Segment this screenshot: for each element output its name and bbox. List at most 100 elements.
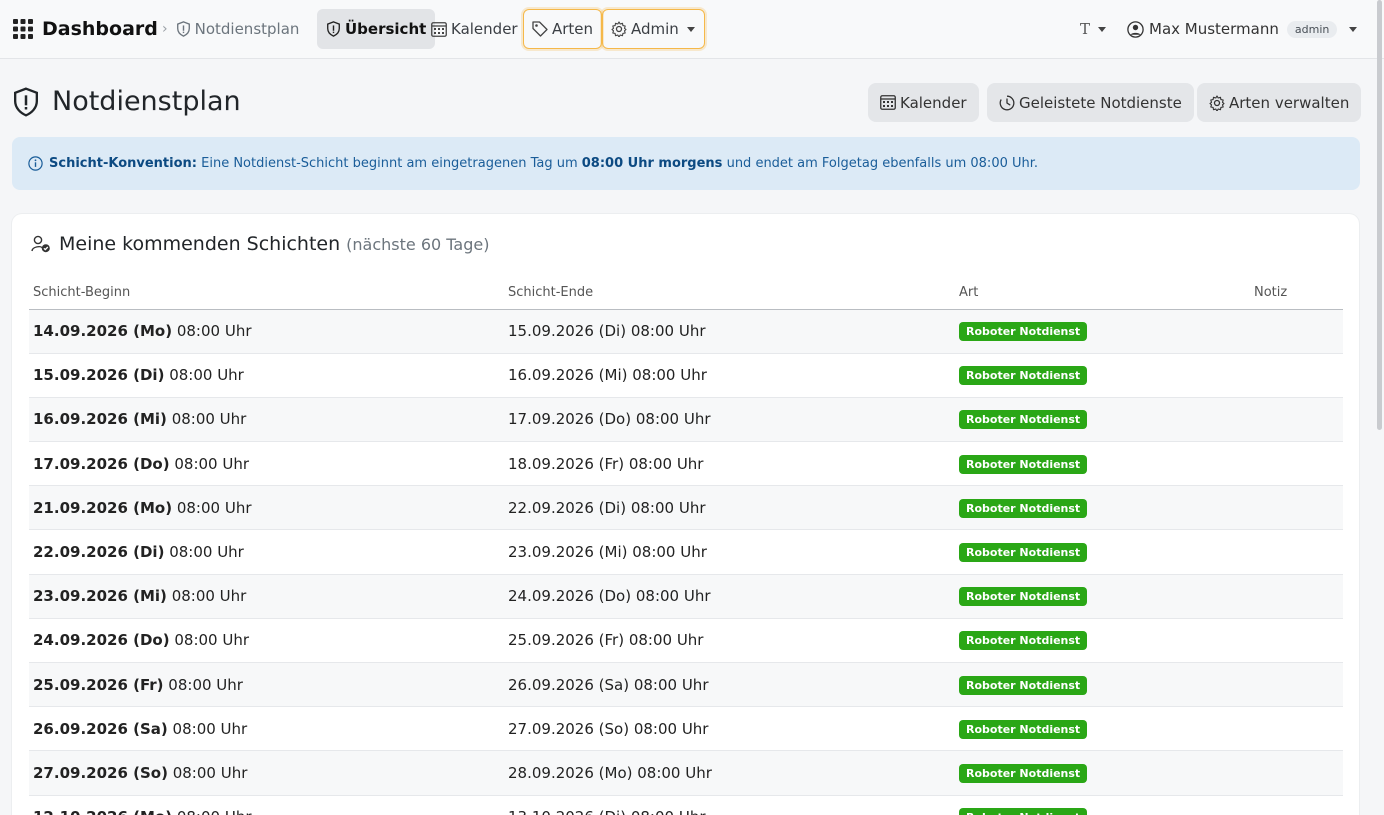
scrollbar[interactable] (1377, 0, 1382, 430)
cell-end: 18.09.2026 (Fr) 08:00 Uhr (504, 441, 955, 487)
begin-date: 22.09.2026 (Di) (33, 543, 165, 562)
cell-end: 22.09.2026 (Di) 08:00 Uhr (504, 485, 955, 531)
brand-link[interactable]: Dashboard (13, 17, 158, 41)
begin-date: 23.09.2026 (Mi) (33, 587, 167, 606)
table-row[interactable]: 22.09.2026 (Di) 08:00 Uhr 23.09.2026 (Mi)… (29, 529, 1343, 575)
cell-begin: 22.09.2026 (Di) 08:00 Uhr (29, 529, 504, 575)
user-menu[interactable]: Max Mustermann admin (1127, 17, 1358, 41)
begin-time: 08:00 Uhr (174, 631, 250, 650)
button-label: Kalender (900, 93, 967, 112)
kalender-button[interactable]: Kalender (868, 83, 979, 122)
cell-notiz (1250, 485, 1343, 531)
apps-grid-icon (13, 19, 33, 39)
cell-begin: 27.09.2026 (So) 08:00 Uhr (29, 750, 504, 796)
cell-end: 16.09.2026 (Mi) 08:00 Uhr (504, 353, 955, 398)
cell-end: 15.09.2026 (Di) 08:00 Uhr (504, 309, 955, 354)
nav-label: Kalender (451, 20, 518, 38)
cell-end: 13.10.2026 (Di) 08:00 Uhr (504, 795, 955, 815)
begin-time: 08:00 Uhr (176, 498, 252, 517)
table-row[interactable]: 16.09.2026 (Mi) 08:00 Uhr 17.09.2026 (Do)… (29, 397, 1343, 443)
art-badge: Roboter Notdienst (959, 763, 1088, 783)
cell-art: Roboter Notdienst (955, 706, 1250, 752)
shifts-table: Schicht-Beginn Schicht-Ende Art Notiz 14… (29, 276, 1343, 815)
cell-notiz (1250, 353, 1343, 398)
cell-end: 24.09.2026 (Do) 08:00 Uhr (504, 574, 955, 619)
role-badge: admin (1286, 20, 1338, 38)
clock-history-icon (999, 95, 1015, 111)
button-label: Geleistete Notdienste (1019, 93, 1182, 112)
alert-text-part: und endet am Folgetag ebenfalls um 08:00… (726, 156, 1039, 171)
cell-begin: 24.09.2026 (Do) 08:00 Uhr (29, 618, 504, 664)
caret-down-icon (686, 26, 695, 32)
gear-icon (1209, 94, 1225, 111)
column-header-art[interactable]: Art (955, 276, 1250, 310)
cell-begin: 25.09.2026 (Fr) 08:00 Uhr (29, 662, 504, 708)
nav-arten[interactable]: Arten (523, 9, 602, 49)
column-header-begin[interactable]: Schicht-Beginn (29, 276, 504, 310)
brand-name: Dashboard (42, 18, 158, 40)
cell-begin: 14.09.2026 (Mo) 08:00 Uhr (29, 309, 504, 354)
alert-text-part: Eine Notdienst-Schicht beginnt am einget… (201, 156, 578, 171)
button-label: Arten verwalten (1229, 93, 1350, 112)
begin-time: 08:00 Uhr (171, 587, 247, 606)
table-row[interactable]: 14.09.2026 (Mo) 08:00 Uhr 15.09.2026 (Di)… (29, 309, 1343, 354)
caret-down-icon (1349, 26, 1358, 32)
column-header-notiz[interactable]: Notiz (1250, 276, 1343, 310)
table-row[interactable]: 23.09.2026 (Mi) 08:00 Uhr 24.09.2026 (Do)… (29, 574, 1343, 619)
table-row[interactable]: 12.10.2026 (Mo) 08:00 Uhr13.10.2026 (Di)… (29, 795, 1343, 815)
begin-date: 17.09.2026 (Do) (33, 454, 170, 473)
theme-toggle[interactable]: T (1080, 18, 1107, 40)
table-header-row: Schicht-Beginn Schicht-Ende Art Notiz (29, 276, 1343, 310)
theme-label: T (1080, 20, 1091, 38)
table-row[interactable]: 24.09.2026 (Do) 08:00 Uhr 25.09.2026 (Fr)… (29, 618, 1343, 664)
art-badge: Roboter Notdienst (959, 498, 1088, 518)
cell-notiz (1250, 441, 1343, 487)
cell-begin: 17.09.2026 (Do) 08:00 Uhr (29, 441, 504, 487)
cell-end: 28.09.2026 (Mo) 08:00 Uhr (504, 750, 955, 796)
page-header: Notdienstplan (12, 86, 241, 117)
table-row[interactable]: 17.09.2026 (Do) 08:00 Uhr 18.09.2026 (Fr)… (29, 441, 1343, 487)
table-row[interactable]: 25.09.2026 (Fr) 08:00 Uhr 26.09.2026 (Sa)… (29, 662, 1343, 708)
cell-art: Roboter Notdienst (955, 529, 1250, 575)
begin-time: 08:00 Uhr (169, 543, 244, 562)
begin-time: 08:00 Uhr (171, 410, 247, 429)
table-row[interactable]: 21.09.2026 (Mo) 08:00 Uhr 22.09.2026 (Di)… (29, 485, 1343, 531)
table-row[interactable]: 26.09.2026 (Sa) 08:00 Uhr 27.09.2026 (So)… (29, 706, 1343, 752)
cell-art: Roboter Notdienst (955, 795, 1250, 815)
person-check-icon (31, 235, 51, 253)
nav-admin-dropdown[interactable]: Admin (602, 9, 705, 49)
arten-verwalten-button[interactable]: Arten verwalten (1197, 83, 1362, 122)
nav-uebersicht[interactable]: Übersicht (317, 9, 436, 49)
nav-label: Arten (552, 20, 594, 38)
cell-begin: 23.09.2026 (Mi) 08:00 Uhr (29, 574, 504, 619)
shield-exclamation-icon (326, 21, 341, 37)
calendar-icon (431, 21, 447, 37)
cell-notiz (1250, 309, 1343, 354)
cell-art: Roboter Notdienst (955, 309, 1250, 354)
table-body: 14.09.2026 (Mo) 08:00 Uhr 15.09.2026 (Di)… (29, 309, 1343, 815)
calendar-icon (880, 95, 896, 110)
begin-date: 25.09.2026 (Fr) (33, 675, 164, 694)
art-badge: Roboter Notdienst (959, 675, 1088, 695)
cell-begin: 21.09.2026 (Mo) 08:00 Uhr (29, 485, 504, 531)
upcoming-shifts-card: Meine kommenden Schichten (nächste 60 Ta… (12, 214, 1359, 815)
cell-art: Roboter Notdienst (955, 485, 1250, 531)
breadcrumb[interactable]: › Notdienstplan (162, 17, 299, 41)
nav-kalender[interactable]: Kalender (422, 9, 527, 49)
begin-date: 24.09.2026 (Do) (33, 631, 170, 650)
card-subtitle: (nächste 60 Tage) (346, 234, 490, 254)
table-row[interactable]: 27.09.2026 (So) 08:00 Uhr 28.09.2026 (Mo)… (29, 750, 1343, 796)
geleistete-notdienste-button[interactable]: Geleistete Notdienste (987, 83, 1194, 122)
tag-icon (532, 21, 548, 37)
cell-art: Roboter Notdienst (955, 441, 1250, 487)
art-badge: Roboter Notdienst (959, 719, 1088, 739)
cell-notiz (1250, 529, 1343, 575)
begin-date: 15.09.2026 (Di) (33, 366, 165, 385)
art-badge: Roboter Notdienst (959, 454, 1088, 474)
begin-time: 08:00 Uhr (177, 808, 252, 815)
cell-end: 17.09.2026 (Do) 08:00 Uhr (504, 397, 955, 443)
alert-text: Schicht-Konvention: Eine Notdienst-Schic… (49, 156, 1038, 171)
table-row[interactable]: 15.09.2026 (Di) 08:00 Uhr 16.09.2026 (Mi)… (29, 353, 1343, 398)
column-header-end[interactable]: Schicht-Ende (504, 276, 955, 310)
top-navbar: Dashboard › Notdienstplan Übersicht Kale… (0, 0, 1384, 430)
